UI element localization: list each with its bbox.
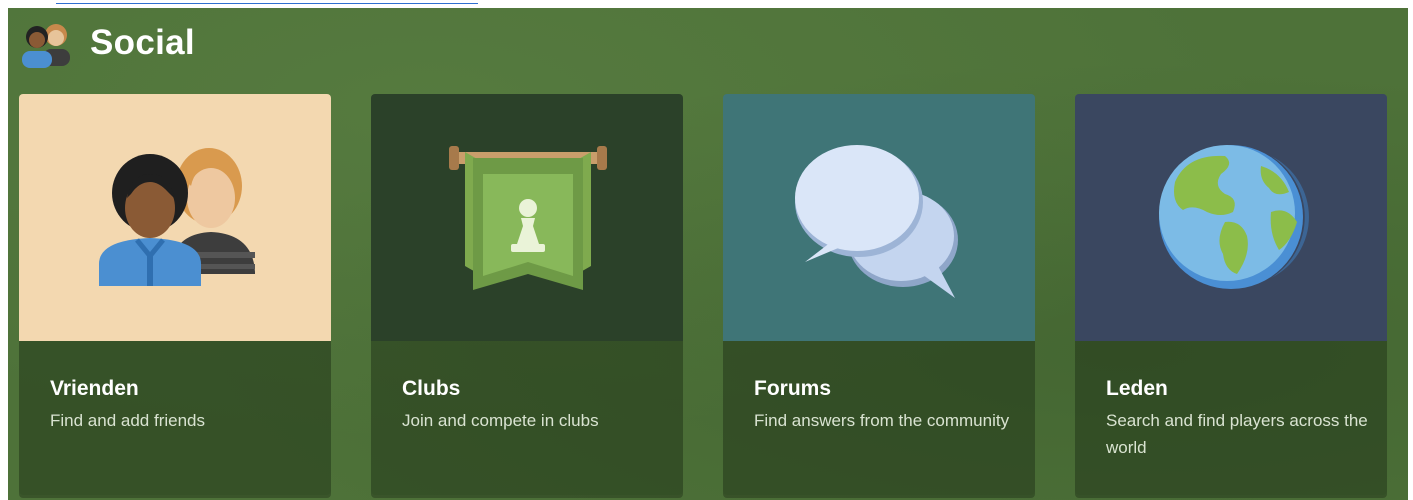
card-title: Vrienden bbox=[50, 377, 139, 400]
card-art bbox=[371, 94, 683, 341]
page-title: Social bbox=[90, 23, 195, 62]
card-leden[interactable]: Leden Search and find players across the… bbox=[1075, 94, 1387, 495]
card-description: Search and find players across the world bbox=[1106, 411, 1368, 457]
card-art bbox=[1075, 94, 1387, 341]
card-info: Clubs Join and compete in clubs bbox=[371, 341, 683, 495]
card-title: Forums bbox=[754, 377, 832, 400]
card-art bbox=[19, 94, 331, 341]
section-header: Social bbox=[18, 18, 195, 68]
card-description: Join and compete in clubs bbox=[402, 411, 599, 430]
social-page: Social Vrienden Find and add friends Clu… bbox=[8, 8, 1408, 500]
chat-bubbles-icon bbox=[795, 145, 958, 298]
card-art bbox=[723, 94, 1035, 341]
friends-icon bbox=[99, 148, 255, 286]
card-clubs[interactable]: Clubs Join and compete in clubs bbox=[371, 94, 683, 495]
link-underline bbox=[56, 0, 478, 4]
club-banner-icon bbox=[449, 146, 607, 290]
card-description: Find and add friends bbox=[50, 411, 205, 430]
friends-icon bbox=[22, 24, 70, 68]
card-info: Leden Search and find players across the… bbox=[1075, 341, 1387, 495]
card-info: Vrienden Find and add friends bbox=[19, 341, 331, 495]
card-vrienden[interactable]: Vrienden Find and add friends bbox=[19, 94, 331, 495]
card-description: Find answers from the community bbox=[754, 411, 1010, 430]
card-title: Leden bbox=[1106, 377, 1168, 400]
globe-icon bbox=[1159, 145, 1309, 289]
card-forums[interactable]: Forums Find answers from the community bbox=[723, 94, 1035, 495]
card-title: Clubs bbox=[402, 377, 461, 400]
card-info: Forums Find answers from the community bbox=[723, 341, 1035, 495]
